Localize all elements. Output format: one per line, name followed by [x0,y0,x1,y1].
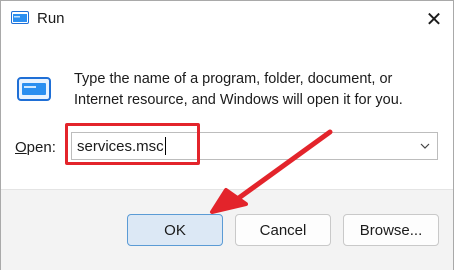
browse-button[interactable]: Browse... [343,214,439,246]
close-icon: ✕ [425,8,443,31]
title-bar: Run ✕ [1,1,453,39]
run-icon [11,11,29,24]
run-icon [17,77,51,101]
ok-button[interactable]: OK [127,214,223,246]
open-label-text: pen: [26,139,56,156]
cancel-button[interactable]: Cancel [235,214,331,246]
highlight-box [65,123,200,165]
chevron-down-icon[interactable] [419,140,431,152]
dialog-description: Type the name of a program, folder, docu… [74,71,403,108]
window-title: Run [37,10,65,27]
run-dialog: Run ✕ Type the name of a program, folder… [0,0,454,270]
open-label: Open: [15,139,56,156]
close-button[interactable]: ✕ [415,1,453,37]
open-label-accelerator: O [15,139,27,156]
